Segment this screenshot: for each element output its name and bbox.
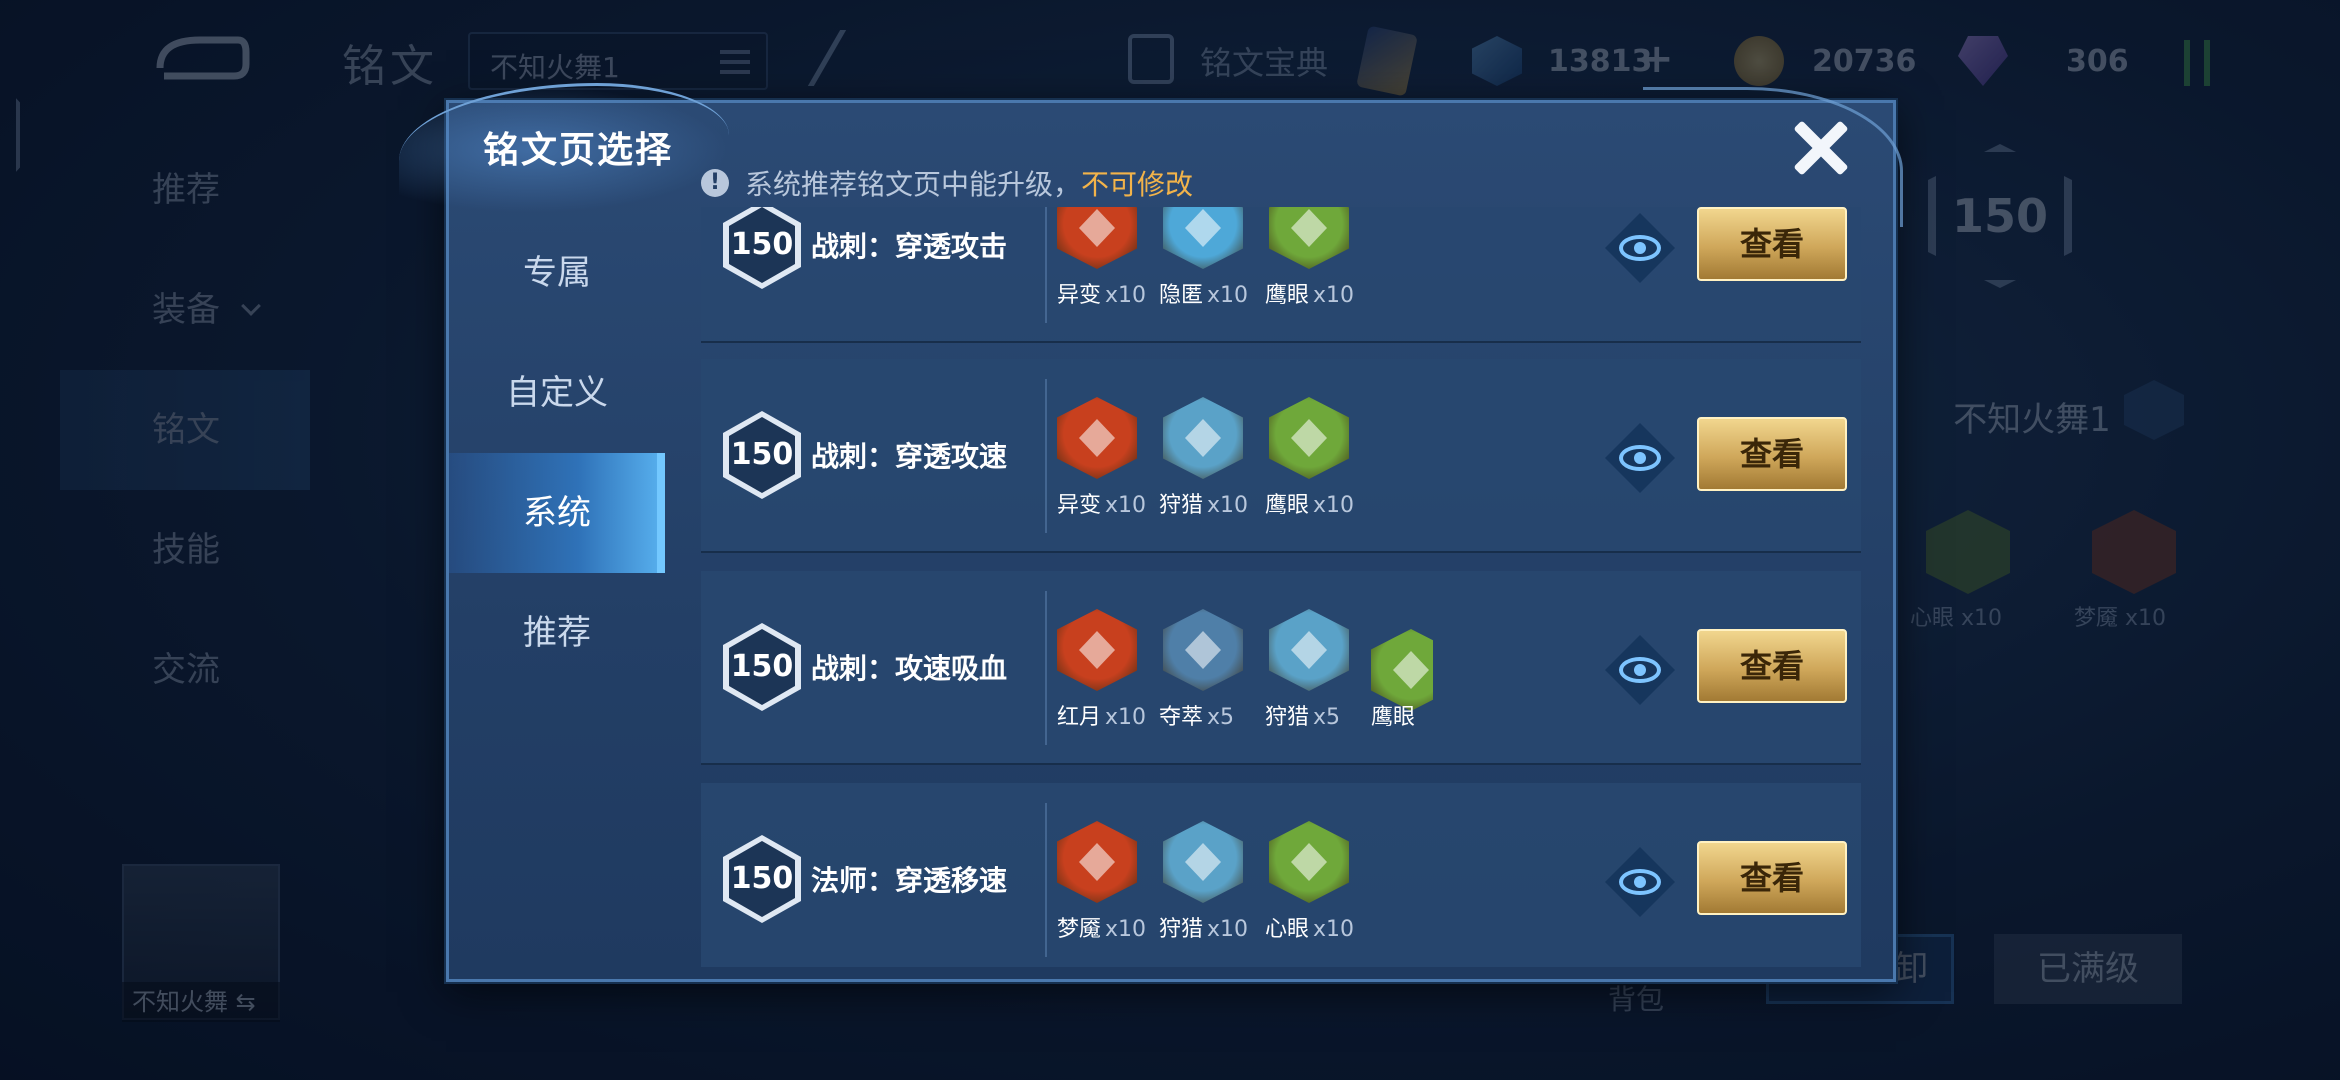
level-badge: 150 (723, 835, 801, 923)
rune-label: 异变 x10 (1057, 277, 1146, 309)
rune-icon (1057, 821, 1137, 903)
preview-eye-button[interactable] (1605, 213, 1675, 283)
rune-icon (1057, 397, 1137, 479)
view-button[interactable]: 查看 (1697, 417, 1847, 491)
list-item[interactable]: 150 战刺：穿透攻击 异变 x10 隐匿 x10 鹰眼 x10 查看 (701, 207, 1861, 343)
eye-icon (1619, 235, 1661, 261)
rune-page-name: 战刺：攻速吸血 (811, 652, 1008, 685)
rune-name: 狩猎 (1265, 705, 1310, 730)
view-button[interactable]: 查看 (1697, 841, 1847, 915)
level-badge: 150 (723, 411, 801, 499)
rune-name: 隐匿 (1159, 283, 1204, 308)
rune-label: 鹰眼 x10 (1265, 277, 1354, 309)
notice-warning: 不可修改 (1081, 168, 1194, 201)
rune-icon (1269, 397, 1349, 479)
eye-icon (1619, 657, 1661, 683)
notice: ! 系统推荐铭文页中能升级， 不可修改 (701, 163, 1193, 203)
rune-label: 夺萃 x5 (1159, 699, 1234, 731)
divider (1045, 803, 1047, 957)
rune-name: 鹰眼 (1371, 705, 1416, 730)
rune-icon (1163, 609, 1243, 691)
rune-count: x10 (1313, 917, 1355, 942)
rune-icon (1269, 609, 1349, 691)
rune-page-list[interactable]: 150 战刺：穿透攻击 异变 x10 隐匿 x10 鹰眼 x10 查看 150 战刺：… (701, 207, 1861, 967)
list-item[interactable]: 150 战刺：攻速吸血 红月 x10 夺萃 x5 狩猎 x5 鹰眼 查看 (701, 571, 1861, 765)
rune-name: 鹰眼 (1265, 283, 1310, 308)
rune-count: x10 (1313, 493, 1355, 518)
list-item[interactable]: 150 战刺：穿透攻速 异变 x10 狩猎 x10 鹰眼 x10 查看 (701, 359, 1861, 553)
rune-page-select-modal: 铭文页选择 ! 系统推荐铭文页中能升级， 不可修改 专属 自定义 系统 推荐 15… (399, 83, 1903, 982)
preview-eye-button[interactable] (1605, 423, 1675, 493)
rune-count: x10 (1313, 283, 1355, 308)
rune-label: 异变 x10 (1057, 487, 1146, 519)
rune-count: x10 (1105, 283, 1147, 308)
rune-name: 红月 (1057, 705, 1102, 730)
rune-name: 狩猎 (1159, 917, 1204, 942)
rune-icon (1269, 207, 1349, 269)
level-value: 150 (729, 629, 795, 705)
rune-label: 红月 x10 (1057, 699, 1146, 731)
rune-icon (1163, 207, 1243, 269)
level-value: 150 (729, 417, 795, 493)
rune-icon (1163, 397, 1243, 479)
rune-name: 心眼 (1265, 917, 1310, 942)
rune-label: 狩猎 x5 (1265, 699, 1340, 731)
rune-label: 狩猎 x10 (1159, 911, 1248, 943)
info-icon: ! (701, 169, 729, 197)
rune-name: 夺萃 (1159, 705, 1204, 730)
tab-custom[interactable]: 自定义 (449, 333, 665, 453)
rune-label: 鹰眼 x10 (1265, 487, 1354, 519)
view-button[interactable]: 查看 (1697, 207, 1847, 281)
modal-ornament (1643, 87, 1903, 227)
divider (1045, 591, 1047, 745)
rune-clip: 鹰眼 (1371, 591, 1433, 751)
tab-recommend[interactable]: 推荐 (449, 573, 665, 693)
tab-system[interactable]: 系统 (449, 453, 665, 573)
rune-count: x5 (1207, 705, 1235, 730)
level-badge: 150 (723, 207, 801, 289)
preview-eye-button[interactable] (1605, 635, 1675, 705)
eye-icon (1619, 445, 1661, 471)
rune-count: x10 (1105, 917, 1147, 942)
close-icon[interactable] (1789, 117, 1851, 179)
tab-exclusive[interactable]: 专属 (449, 213, 665, 333)
rune-icon (1269, 821, 1349, 903)
rune-icon (1163, 821, 1243, 903)
rune-label: 梦魇 x10 (1057, 911, 1146, 943)
rune-count: x10 (1207, 283, 1249, 308)
rune-name: 异变 (1057, 493, 1102, 518)
rune-label: 狩猎 x10 (1159, 487, 1248, 519)
rune-count: x5 (1313, 705, 1341, 730)
eye-icon (1619, 869, 1661, 895)
level-badge: 150 (723, 623, 801, 711)
rune-label: 心眼 x10 (1265, 911, 1354, 943)
level-value: 150 (729, 207, 795, 283)
rune-page-name: 法师：穿透移速 (811, 864, 1008, 897)
rune-name: 梦魇 (1057, 917, 1102, 942)
rune-label: 隐匿 x10 (1159, 277, 1248, 309)
divider (1045, 379, 1047, 533)
rune-name: 鹰眼 (1265, 493, 1310, 518)
rune-count: x10 (1207, 917, 1249, 942)
rune-count: x10 (1207, 493, 1249, 518)
rune-icon (1057, 207, 1137, 269)
rune-page-name: 战刺：穿透攻速 (811, 440, 1008, 473)
rune-name: 狩猎 (1159, 493, 1204, 518)
list-item[interactable]: 150 法师：穿透移速 梦魇 x10 狩猎 x10 心眼 x10 查看 (701, 783, 1861, 967)
divider (1045, 207, 1047, 323)
notice-text: 系统推荐铭文页中能升级， (745, 168, 1082, 201)
rune-count: x10 (1105, 493, 1147, 518)
rune-count: x10 (1105, 705, 1147, 730)
rune-icon (1057, 609, 1137, 691)
view-button[interactable]: 查看 (1697, 629, 1847, 703)
rune-name: 异变 (1057, 283, 1102, 308)
level-value: 150 (729, 841, 795, 917)
rune-label: 鹰眼 (1371, 699, 1419, 731)
modal-title: 铭文页选择 (483, 130, 674, 171)
rune-page-name: 战刺：穿透攻击 (811, 230, 1008, 263)
preview-eye-button[interactable] (1605, 847, 1675, 917)
